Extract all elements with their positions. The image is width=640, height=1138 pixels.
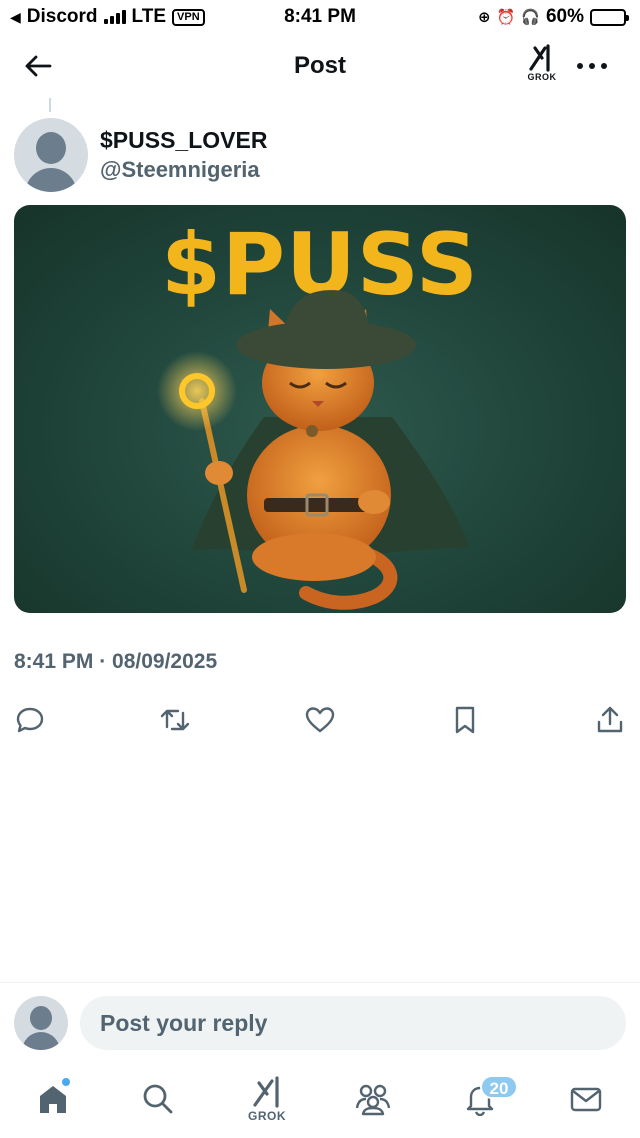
home-notification-dot bbox=[60, 1076, 72, 1088]
more-icon bbox=[577, 63, 607, 69]
bookmark-icon bbox=[455, 706, 475, 734]
user-handle[interactable]: @Steemnigeria bbox=[100, 155, 267, 185]
signal-icon bbox=[103, 10, 126, 24]
display-name[interactable]: $PUSS_LOVER bbox=[100, 125, 267, 155]
back-arrow-icon bbox=[25, 55, 52, 77]
search-icon bbox=[143, 1084, 173, 1114]
reply-input[interactable]: Post your reply bbox=[80, 996, 626, 1050]
headphones-icon: 🎧 bbox=[521, 9, 540, 26]
wizard-cat-illustration bbox=[157, 290, 469, 610]
reply-avatar bbox=[14, 996, 68, 1050]
status-bar: ◀ Discord LTE VPN 8:41 PM ⊕ ⏰ 🎧 60% bbox=[0, 0, 640, 34]
vpn-badge: VPN bbox=[172, 8, 205, 26]
screen-lock-icon: ⊕ bbox=[478, 9, 491, 26]
back-app-label[interactable]: Discord bbox=[27, 6, 98, 28]
like-button[interactable] bbox=[302, 702, 338, 738]
avatar[interactable] bbox=[14, 118, 88, 192]
share-icon bbox=[597, 706, 623, 733]
thread-line bbox=[49, 98, 51, 112]
reply-bar: Post your reply bbox=[14, 994, 626, 1052]
nav-grok-label: GROK bbox=[248, 1109, 286, 1123]
like-icon bbox=[305, 707, 335, 733]
grok-icon bbox=[253, 1076, 279, 1108]
reply-divider bbox=[0, 982, 640, 983]
share-button[interactable] bbox=[592, 702, 628, 738]
nav-search[interactable] bbox=[134, 1074, 182, 1124]
post-header: Post GROK bbox=[0, 34, 640, 98]
reply-button[interactable] bbox=[12, 702, 48, 738]
repost-icon bbox=[160, 709, 190, 731]
post-actions bbox=[0, 700, 640, 740]
nav-messages[interactable] bbox=[562, 1074, 610, 1124]
alarm-icon: ⏰ bbox=[496, 9, 516, 26]
back-to-app-icon[interactable]: ◀ bbox=[10, 9, 21, 26]
post-author[interactable]: $PUSS_LOVER @Steemnigeria bbox=[14, 118, 267, 192]
grok-icon bbox=[529, 44, 550, 72]
reply-icon bbox=[16, 707, 44, 733]
bottom-nav: GROK 20 bbox=[0, 1064, 640, 1138]
more-button[interactable] bbox=[572, 52, 612, 80]
notifications-badge: 20 bbox=[480, 1075, 518, 1099]
page-title: Post bbox=[293, 52, 346, 79]
communities-icon bbox=[355, 1084, 391, 1116]
back-button[interactable] bbox=[22, 50, 54, 82]
post-image[interactable]: $PUSS bbox=[14, 205, 626, 613]
messages-icon bbox=[570, 1087, 602, 1112]
nav-grok[interactable]: GROK bbox=[243, 1074, 291, 1124]
bookmark-button[interactable] bbox=[447, 702, 483, 738]
post-timestamp[interactable]: 8:41 PM · 08/09/2025 bbox=[14, 650, 217, 674]
grok-label: GROK bbox=[527, 72, 557, 82]
battery-percent: 60% bbox=[545, 6, 584, 27]
nav-communities[interactable] bbox=[349, 1074, 397, 1124]
battery-icon bbox=[590, 8, 629, 26]
repost-button[interactable] bbox=[157, 702, 193, 738]
network-label: LTE bbox=[131, 6, 167, 27]
grok-button[interactable]: GROK bbox=[524, 44, 560, 88]
